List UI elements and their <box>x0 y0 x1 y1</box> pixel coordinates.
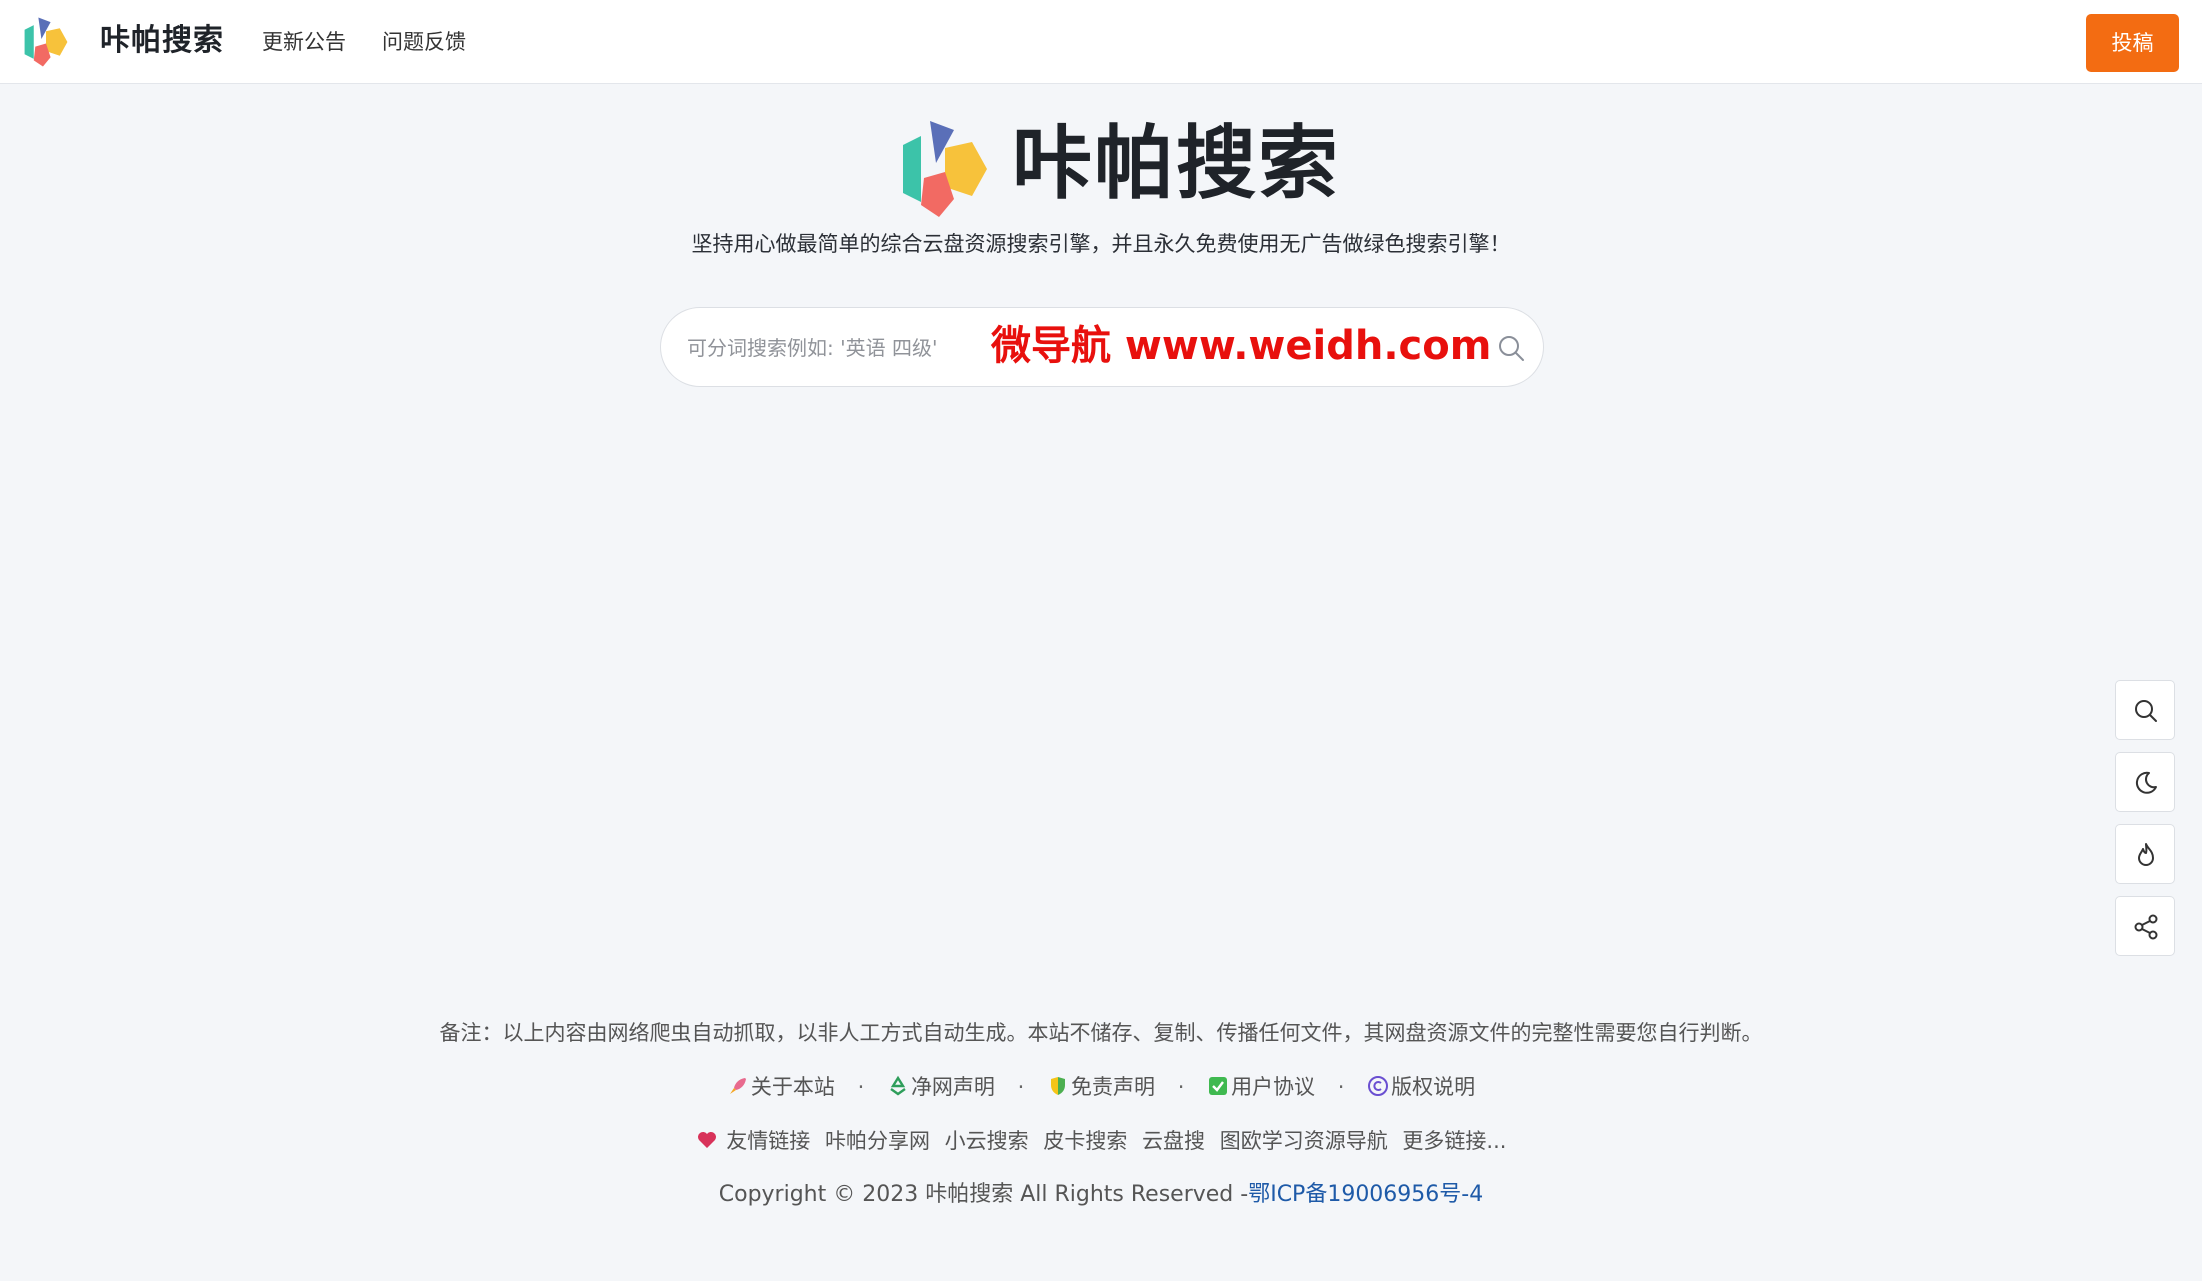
hot-button[interactable] <box>2115 824 2175 884</box>
theme-toggle-button[interactable] <box>2115 752 2175 812</box>
copyright-notice-link-label: 版权说明 <box>1391 1075 1476 1099</box>
about-link[interactable]: 关于本站 <box>727 1075 842 1099</box>
brand-logo-icon[interactable] <box>22 16 70 68</box>
friend-link-xiaoyun[interactable]: 小云搜索 <box>945 1129 1029 1153</box>
friend-links: 友情链接 咔帕分享网 小云搜索 皮卡搜索 云盘搜 图欧学习资源导航 更多链接..… <box>0 1124 2202 1158</box>
search-icon[interactable] <box>1495 332 1527 364</box>
shield-icon <box>1051 1077 1065 1095</box>
brand-name[interactable]: 咔帕搜索 <box>100 20 224 62</box>
submit-button[interactable]: 投稿 <box>2086 14 2179 72</box>
separator-dot: · <box>1337 1075 1345 1099</box>
hero-title: 咔帕搜索 <box>1012 117 1340 210</box>
separator-dot: · <box>857 1075 865 1099</box>
friend-links-label: 友情链接 <box>726 1129 811 1153</box>
user-agreement-link[interactable]: 用户协议 <box>1207 1075 1322 1099</box>
friend-link-more[interactable]: 更多链接... <box>1402 1129 1506 1153</box>
nav-link-feedback[interactable]: 问题反馈 <box>382 26 466 58</box>
share-icon <box>2134 914 2158 940</box>
copyright-text: Copyright © 2023 咔帕搜索 All Rights Reserve… <box>718 1182 1249 1207</box>
about-link-label: 关于本站 <box>750 1075 835 1099</box>
footer-note: 备注：以上内容由网络爬虫自动抓取，以非人工方式自动生成。本站不储存、复制、传播任… <box>439 1021 1763 1045</box>
separator-dot: · <box>1177 1075 1185 1099</box>
clean-net-link-label: 净网声明 <box>910 1075 995 1099</box>
search-icon <box>2135 700 2157 722</box>
check-box-icon <box>1209 1077 1228 1095</box>
copyright-icon <box>1368 1076 1389 1096</box>
friend-link-kapa-share[interactable]: 咔帕分享网 <box>825 1129 930 1153</box>
copyright-line: Copyright © 2023 咔帕搜索 All Rights Reserve… <box>0 1178 2202 1212</box>
friend-link-yunpansou[interactable]: 云盘搜 <box>1142 1129 1205 1153</box>
search-bar: 微导航 www.weidh.com <box>660 307 1544 387</box>
search-input[interactable] <box>685 326 1485 370</box>
nav-link-announcements[interactable]: 更新公告 <box>262 26 346 58</box>
moon-icon <box>2135 771 2157 794</box>
heart-icon <box>697 1132 716 1148</box>
disclaimer-link[interactable]: 免责声明 <box>1047 1075 1162 1099</box>
rocket-icon <box>729 1078 746 1094</box>
friend-link-tuou[interactable]: 图欧学习资源导航 <box>1220 1129 1388 1153</box>
separator-dot: · <box>1017 1075 1025 1099</box>
copyright-notice-link[interactable]: 版权说明 <box>1367 1075 1475 1099</box>
footer-links: 关于本站 · 净网声明 · 免责声明 · 用户协议 · 版权说明 <box>0 1070 2202 1104</box>
friend-link-pika[interactable]: 皮卡搜索 <box>1043 1129 1127 1153</box>
user-agreement-link-label: 用户协议 <box>1231 1075 1316 1099</box>
clean-net-link[interactable]: 净网声明 <box>887 1075 1002 1099</box>
icp-link[interactable]: 鄂ICP备19006956号-4 <box>1248 1182 1483 1207</box>
hero-logo-icon <box>903 121 987 217</box>
hero-subtitle: 坚持用心做最简单的综合云盘资源搜索引擎，并且永久免费使用无广告做绿色搜索引擎！ <box>691 232 1511 256</box>
side-search-button[interactable] <box>2115 680 2175 740</box>
recycle-icon <box>890 1075 906 1096</box>
flame-icon <box>2138 843 2154 866</box>
disclaimer-link-label: 免责声明 <box>1071 1075 1155 1099</box>
share-button[interactable] <box>2115 896 2175 956</box>
top-navbar: 咔帕搜索 更新公告 问题反馈 投稿 <box>0 0 2202 84</box>
